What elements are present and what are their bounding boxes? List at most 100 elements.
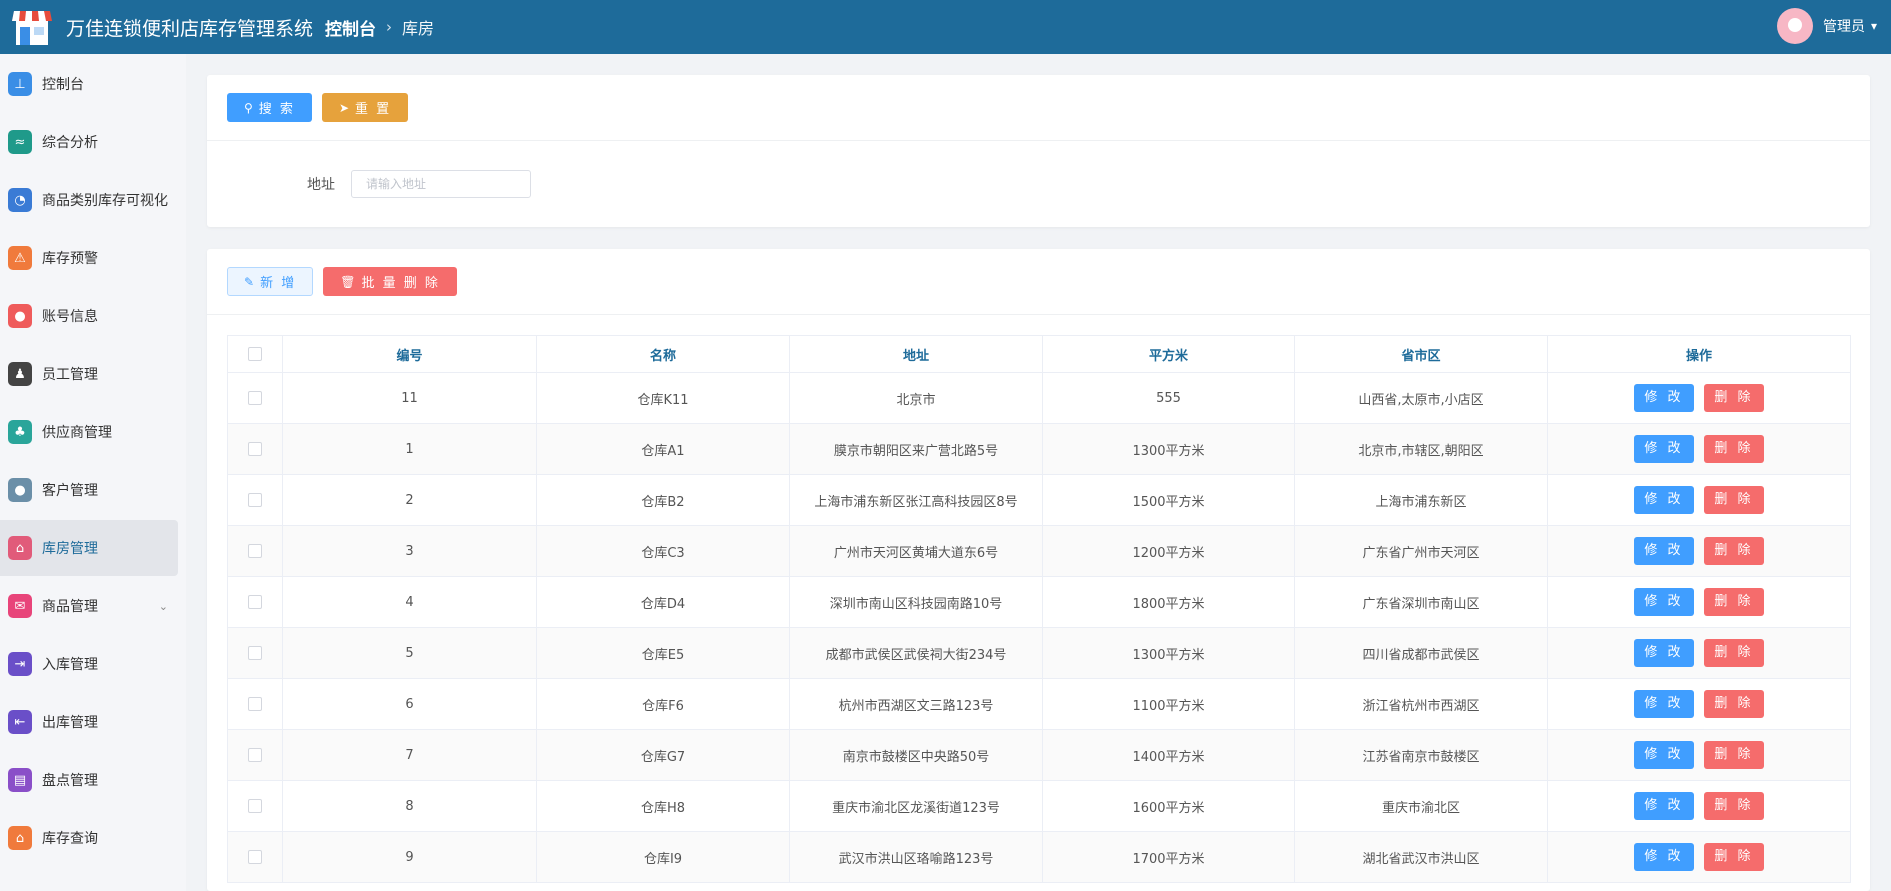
breadcrumb-current: 库房 — [402, 19, 435, 38]
row-select-cell[interactable] — [227, 423, 283, 475]
row-checkbox[interactable] — [248, 850, 262, 864]
user-menu[interactable]: 管理员 ▾ — [1776, 8, 1877, 44]
sidebar-item-goods[interactable]: ✉ 商品管理 ⌄ — [0, 578, 178, 634]
row-checkbox[interactable] — [248, 544, 262, 558]
sidebar-item-stock-query[interactable]: ⌂ 库存查询 — [0, 810, 178, 866]
delete-button[interactable]: 删 除 — [1704, 639, 1764, 667]
chevron-down-icon[interactable]: ⌄ — [159, 600, 168, 613]
table-row[interactable]: 7 仓库G7 南京市鼓楼区中央路50号 1400平方米 江苏省南京市鼓楼区修 改删 除 — [227, 729, 1851, 781]
row-select-cell[interactable] — [227, 576, 283, 628]
edit-button[interactable]: 修 改 — [1634, 384, 1694, 412]
edit-button[interactable]: 修 改 — [1634, 792, 1694, 820]
row-select-cell[interactable] — [227, 372, 283, 424]
row-checkbox[interactable] — [248, 646, 262, 660]
cell-region: 北京市,市辖区,朝阳区 — [1294, 423, 1548, 475]
edit-button[interactable]: 修 改 — [1634, 486, 1694, 514]
row-select-cell[interactable] — [227, 831, 283, 883]
sidebar-item-employee[interactable]: ♟ 员工管理 — [0, 346, 178, 402]
row-select-cell[interactable] — [227, 729, 283, 781]
cell-name: 仓库F6 — [536, 678, 790, 730]
table-row[interactable]: 9 仓库I9 武汉市洪山区珞喻路123号 1700平方米 湖北省武汉市洪山区修 改删 除 — [227, 831, 1851, 883]
address-input[interactable] — [351, 170, 531, 198]
cell-address: 杭州市西湖区文三路123号 — [789, 678, 1043, 730]
select-all-cell[interactable] — [227, 335, 283, 373]
user-name[interactable]: 管理员 — [1823, 16, 1865, 36]
edit-button[interactable]: 修 改 — [1634, 537, 1694, 565]
row-checkbox[interactable] — [248, 493, 262, 507]
row-checkbox[interactable] — [248, 748, 262, 762]
cell-area: 1300平方米 — [1042, 627, 1295, 679]
delete-button[interactable]: 删 除 — [1704, 588, 1764, 616]
table-panel: ✎ 新 增 🗑 批 量 删 除 编号 名称 地址 平方米 省市区 操作 11 仓… — [207, 249, 1870, 891]
chevron-down-icon[interactable]: ▾ — [1871, 19, 1877, 33]
header-region[interactable]: 省市区 — [1294, 335, 1548, 373]
row-select-cell[interactable] — [227, 474, 283, 526]
header-area[interactable]: 平方米 — [1042, 335, 1295, 373]
sidebar-item-label: 控制台 — [42, 77, 84, 93]
table-row[interactable]: 6 仓库F6 杭州市西湖区文三路123号 1100平方米 浙江省杭州市西湖区修 改删 除 — [227, 678, 1851, 730]
delete-button[interactable]: 删 除 — [1704, 486, 1764, 514]
edit-button[interactable]: 修 改 — [1634, 843, 1694, 871]
delete-button[interactable]: 删 除 — [1704, 741, 1764, 769]
table-row[interactable]: 8 仓库H8 重庆市渝北区龙溪街道123号 1600平方米 重庆市渝北区修 改删 除 — [227, 780, 1851, 832]
delete-button[interactable]: 删 除 — [1704, 792, 1764, 820]
delete-button[interactable]: 删 除 — [1704, 690, 1764, 718]
sidebar-item-label: 商品类别库存可视化 — [42, 193, 168, 209]
select-all-checkbox[interactable] — [248, 347, 262, 361]
edit-button[interactable]: 修 改 — [1634, 639, 1694, 667]
cell-address: 重庆市渝北区龙溪街道123号 — [789, 780, 1043, 832]
sidebar-item-outbound[interactable]: ⇤ 出库管理 — [0, 694, 178, 750]
cell-area: 1800平方米 — [1042, 576, 1295, 628]
batch-delete-button[interactable]: 🗑 批 量 删 除 — [323, 267, 457, 296]
row-checkbox[interactable] — [248, 799, 262, 813]
table-row[interactable]: 5 仓库E5 成都市武侯区武侯祠大街234号 1300平方米 四川省成都市武侯区修 改删… — [227, 627, 1851, 679]
cell-name: 仓库D4 — [536, 576, 790, 628]
sidebar-item-account[interactable]: ● 账号信息 — [0, 288, 178, 344]
delete-button[interactable]: 删 除 — [1704, 435, 1764, 463]
sidebar-item-customer[interactable]: ● 客户管理 — [0, 462, 178, 518]
avatar[interactable] — [1776, 8, 1813, 44]
table-row[interactable]: 11 仓库K11 北京市 555 山西省,太原市,小店区修 改删 除 — [227, 372, 1851, 424]
row-checkbox[interactable] — [248, 697, 262, 711]
warehouse-table: 编号 名称 地址 平方米 省市区 操作 11 仓库K11 北京市 555 山西省,太原市… — [227, 335, 1851, 883]
row-select-cell[interactable] — [227, 678, 283, 730]
sidebar-item-warehouse[interactable]: ⌂ 库房管理 — [0, 520, 178, 576]
search-button[interactable]: ⚲ 搜 索 — [227, 93, 312, 122]
row-checkbox[interactable] — [248, 595, 262, 609]
cell-name: 仓库I9 — [536, 831, 790, 883]
delete-button[interactable]: 删 除 — [1704, 537, 1764, 565]
row-checkbox[interactable] — [248, 442, 262, 456]
delete-button[interactable]: 删 除 — [1704, 843, 1764, 871]
sidebar-item-inventory-check[interactable]: ▤ 盘点管理 — [0, 752, 178, 808]
table-row[interactable]: 4 仓库D4 深圳市南山区科技园南路10号 1800平方米 广东省深圳市南山区修 改删 … — [227, 576, 1851, 628]
sidebar-item-warning-house[interactable]: ⚠ 库存预警 — [0, 230, 178, 286]
table-row[interactable]: 2 仓库B2 上海市浦东新区张江高科技园区8号 1500平方米 上海市浦东新区修 改删 … — [227, 474, 1851, 526]
sidebar-item-dashboard[interactable]: ⊥ 控制台 — [0, 56, 178, 112]
edit-button[interactable]: 修 改 — [1634, 741, 1694, 769]
sidebar-item-pie-chart[interactable]: ◔ 商品类别库存可视化 — [0, 172, 178, 228]
add-button[interactable]: ✎ 新 增 — [227, 267, 314, 296]
header-address[interactable]: 地址 — [789, 335, 1043, 373]
inbound-icon: ⇥ — [8, 652, 32, 676]
delete-button[interactable]: 删 除 — [1704, 384, 1764, 412]
breadcrumb-home[interactable]: 控制台 — [325, 15, 376, 40]
header-name[interactable]: 名称 — [536, 335, 790, 373]
edit-button[interactable]: 修 改 — [1634, 690, 1694, 718]
sidebar-item-inbound[interactable]: ⇥ 入库管理 — [0, 636, 178, 692]
edit-button[interactable]: 修 改 — [1634, 435, 1694, 463]
row-select-cell[interactable] — [227, 525, 283, 577]
header-id[interactable]: 编号 — [282, 335, 537, 373]
row-actions: 修 改删 除 — [1547, 576, 1851, 628]
sidebar-item-supplier[interactable]: ♣ 供应商管理 — [0, 404, 178, 460]
row-select-cell[interactable] — [227, 627, 283, 679]
reset-button[interactable]: ➤ 重 置 — [321, 93, 409, 122]
table-row[interactable]: 1 仓库A1 膜京市朝阳区来广营北路5号 1300平方米 北京市,市辖区,朝阳区修 改删… — [227, 423, 1851, 475]
table-row[interactable]: 3 仓库C3 广州市天河区黄埔大道东6号 1200平方米 广东省广州市天河区修 改删 除 — [227, 525, 1851, 577]
cell-name: 仓库C3 — [536, 525, 790, 577]
row-checkbox[interactable] — [248, 391, 262, 405]
sidebar-item-analytics[interactable]: ≈ 综合分析 — [0, 114, 178, 170]
edit-button[interactable]: 修 改 — [1634, 588, 1694, 616]
row-select-cell[interactable] — [227, 780, 283, 832]
trash-icon: 🗑 — [340, 274, 356, 289]
cell-id: 3 — [282, 525, 537, 577]
